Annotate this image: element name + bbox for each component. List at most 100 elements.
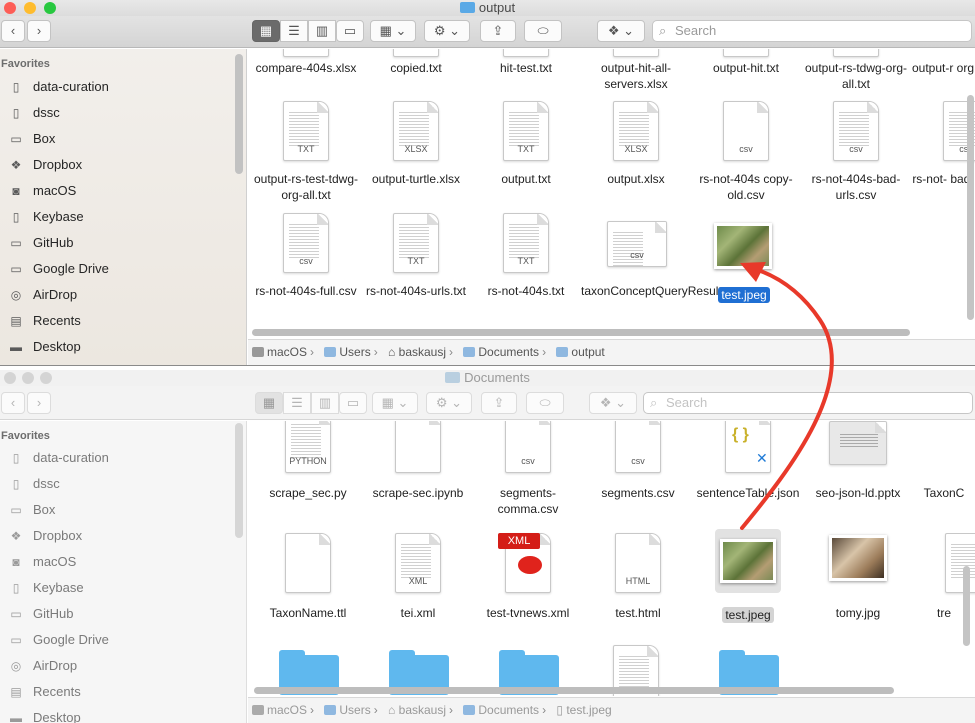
path-item-home[interactable]: ⌂ baskausj bbox=[388, 698, 446, 722]
file-item-dragged[interactable]: test.jpeg bbox=[693, 529, 803, 633]
file-item[interactable]: PYTHON scrape_sec.py bbox=[253, 421, 363, 521]
path-item-macos[interactable]: macOS bbox=[252, 698, 307, 722]
share-button[interactable]: ⇪ bbox=[481, 392, 517, 414]
zoom-window-button[interactable] bbox=[40, 372, 52, 384]
dropbox-menu-button[interactable]: ❖ ⌄ bbox=[589, 392, 637, 414]
icon-view-button[interactable]: ▦ bbox=[252, 20, 280, 42]
path-item-users[interactable]: Users bbox=[324, 340, 371, 364]
group-by-button[interactable]: ▦ ⌄ bbox=[372, 392, 418, 414]
horizontal-scrollbar[interactable] bbox=[252, 329, 910, 336]
dropbox-menu-button[interactable]: ❖ ⌄ bbox=[597, 20, 645, 42]
airdrop-icon: ◎ bbox=[10, 288, 22, 302]
file-item[interactable]: XML tei.xml bbox=[363, 533, 473, 633]
file-item[interactable]: csv rs-not-404s-bad-urls.csv bbox=[801, 101, 911, 202]
edit-tags-button[interactable]: ⬭ bbox=[526, 392, 564, 414]
forward-button[interactable]: › bbox=[27, 392, 51, 414]
file-item[interactable]: TaxonName.ttl bbox=[253, 533, 363, 633]
file-item[interactable]: XLSX output-turtle.xlsx bbox=[361, 101, 471, 201]
file-item[interactable]: csv segments.csv bbox=[583, 421, 693, 521]
file-item[interactable]: XML test-tvnews.xml bbox=[473, 533, 583, 633]
search-icon: ⌕ bbox=[659, 23, 667, 38]
column-view-button[interactable]: ▥ bbox=[308, 20, 336, 42]
list-view-button[interactable]: ☰ bbox=[283, 392, 311, 414]
file-item[interactable]: { } ✕ sentenceTable.json bbox=[693, 421, 803, 521]
file-item-selected[interactable]: test.jpeg bbox=[689, 213, 799, 313]
column-view-button[interactable]: ▥ bbox=[311, 392, 339, 414]
file-item[interactable]: copied.txt bbox=[361, 49, 471, 97]
file-item[interactable]: csv rs-not-404s copy-old.csv bbox=[691, 101, 801, 202]
chevron-right-icon: › bbox=[449, 703, 454, 717]
file-item[interactable]: csv segments-comma.csv bbox=[473, 421, 583, 521]
close-window-button[interactable] bbox=[4, 372, 16, 384]
file-item[interactable]: output-rs-tdwg-org-all.txt bbox=[801, 49, 911, 97]
list-view-button[interactable]: ☰ bbox=[280, 20, 308, 42]
chevron-right-icon: › bbox=[373, 703, 378, 717]
file-item[interactable]: output-hit.txt bbox=[691, 49, 801, 97]
file-item[interactable]: output-r org bbox=[911, 49, 975, 97]
title-bar[interactable]: output bbox=[0, 0, 975, 16]
gallery-view-button[interactable]: ▭ bbox=[339, 392, 367, 414]
csv-file-icon: csv bbox=[283, 213, 329, 273]
edit-tags-button[interactable]: ⬭ bbox=[524, 20, 562, 42]
folder-icon bbox=[324, 347, 337, 357]
document-icon bbox=[285, 533, 331, 593]
spreadsheet-icon: XLSX bbox=[393, 101, 439, 161]
sidebar-scrollbar[interactable] bbox=[235, 54, 243, 174]
spreadsheet-icon: XLSX bbox=[613, 101, 659, 161]
title-bar[interactable]: Documents bbox=[0, 370, 975, 386]
dropbox-icon: ❖ bbox=[10, 529, 22, 543]
file-item[interactable]: HTML test.html bbox=[583, 533, 693, 633]
chevron-right-icon: › bbox=[373, 345, 378, 359]
json-file-icon: { } ✕ bbox=[725, 421, 771, 473]
file-item[interactable]: seo-json-ld.pptx bbox=[803, 421, 913, 521]
search-field[interactable]: ⌕ Search bbox=[643, 392, 973, 414]
folder-icon: ▭ bbox=[10, 633, 22, 647]
vertical-scrollbar[interactable] bbox=[963, 566, 970, 646]
action-gear-button[interactable]: ⚙ ⌄ bbox=[426, 392, 472, 414]
file-item[interactable]: output-hit-all-servers.xlsx bbox=[581, 49, 691, 97]
back-button[interactable]: ‹ bbox=[1, 20, 25, 42]
folder-icon: ▭ bbox=[10, 262, 22, 276]
path-item-users[interactable]: Users bbox=[324, 698, 371, 722]
zoom-window-button[interactable] bbox=[44, 2, 56, 14]
path-item-test-jpeg[interactable]: ▯ test.jpeg bbox=[556, 698, 611, 722]
minimize-window-button[interactable] bbox=[24, 2, 36, 14]
folder-icon bbox=[463, 705, 476, 715]
path-item-documents[interactable]: Documents bbox=[463, 698, 539, 722]
minimize-window-button[interactable] bbox=[22, 372, 34, 384]
folder-icon bbox=[463, 347, 476, 357]
share-button[interactable]: ⇪ bbox=[480, 20, 516, 42]
file-item[interactable]: hit-test.txt bbox=[471, 49, 581, 97]
file-item[interactable]: compare-404s.xlsx bbox=[251, 49, 361, 97]
file-item[interactable]: scrape-sec.ipynb bbox=[363, 421, 473, 521]
file-item[interactable]: XLSX output.xlsx bbox=[581, 101, 691, 201]
path-item-macos[interactable]: macOS bbox=[252, 340, 307, 364]
file-item[interactable]: TXT output.txt bbox=[471, 101, 581, 201]
file-item[interactable]: tomy.jpg bbox=[803, 533, 913, 633]
path-item-documents[interactable]: Documents bbox=[463, 340, 539, 364]
file-item[interactable]: TXT rs-not-404s.txt bbox=[471, 213, 581, 313]
file-item[interactable]: TXT output-rs-test-tdwg-org-all.txt bbox=[251, 101, 361, 202]
action-gear-button[interactable]: ⚙ ⌄ bbox=[424, 20, 470, 42]
file-item[interactable]: csv rs-not- bad. bbox=[911, 101, 975, 201]
sidebar-scrollbar[interactable] bbox=[235, 423, 243, 538]
file-item[interactable]: TaxonC bbox=[913, 421, 975, 521]
file-item[interactable]: csv taxonConceptQueryResults.csv bbox=[581, 213, 749, 313]
back-button[interactable]: ‹ bbox=[1, 392, 25, 414]
gallery-view-button[interactable]: ▭ bbox=[336, 20, 364, 42]
path-item-output[interactable]: output bbox=[556, 340, 605, 364]
notebook-file-icon bbox=[395, 421, 441, 473]
file-item[interactable]: TXT rs-not-404s-urls.txt bbox=[361, 213, 471, 313]
document-icon: TXT bbox=[283, 101, 329, 161]
folder-icon bbox=[556, 347, 569, 357]
group-by-button[interactable]: ▦ ⌄ bbox=[370, 20, 416, 42]
close-window-button[interactable] bbox=[4, 2, 16, 14]
toolbar: ‹ › ▦ ☰ ▥ ▭ ▦ ⌄ ⚙ ⌄ ⇪ ⬭ ❖ ⌄ ⌕ Search bbox=[0, 16, 975, 48]
horizontal-scrollbar[interactable] bbox=[254, 687, 894, 694]
path-item-home[interactable]: ⌂ baskausj bbox=[388, 340, 446, 364]
search-field[interactable]: ⌕ Search bbox=[652, 20, 972, 42]
icon-view-button[interactable]: ▦ bbox=[255, 392, 283, 414]
file-item[interactable]: csv rs-not-404s-full.csv bbox=[251, 213, 361, 313]
forward-button[interactable]: › bbox=[27, 20, 51, 42]
vertical-scrollbar[interactable] bbox=[967, 95, 974, 320]
